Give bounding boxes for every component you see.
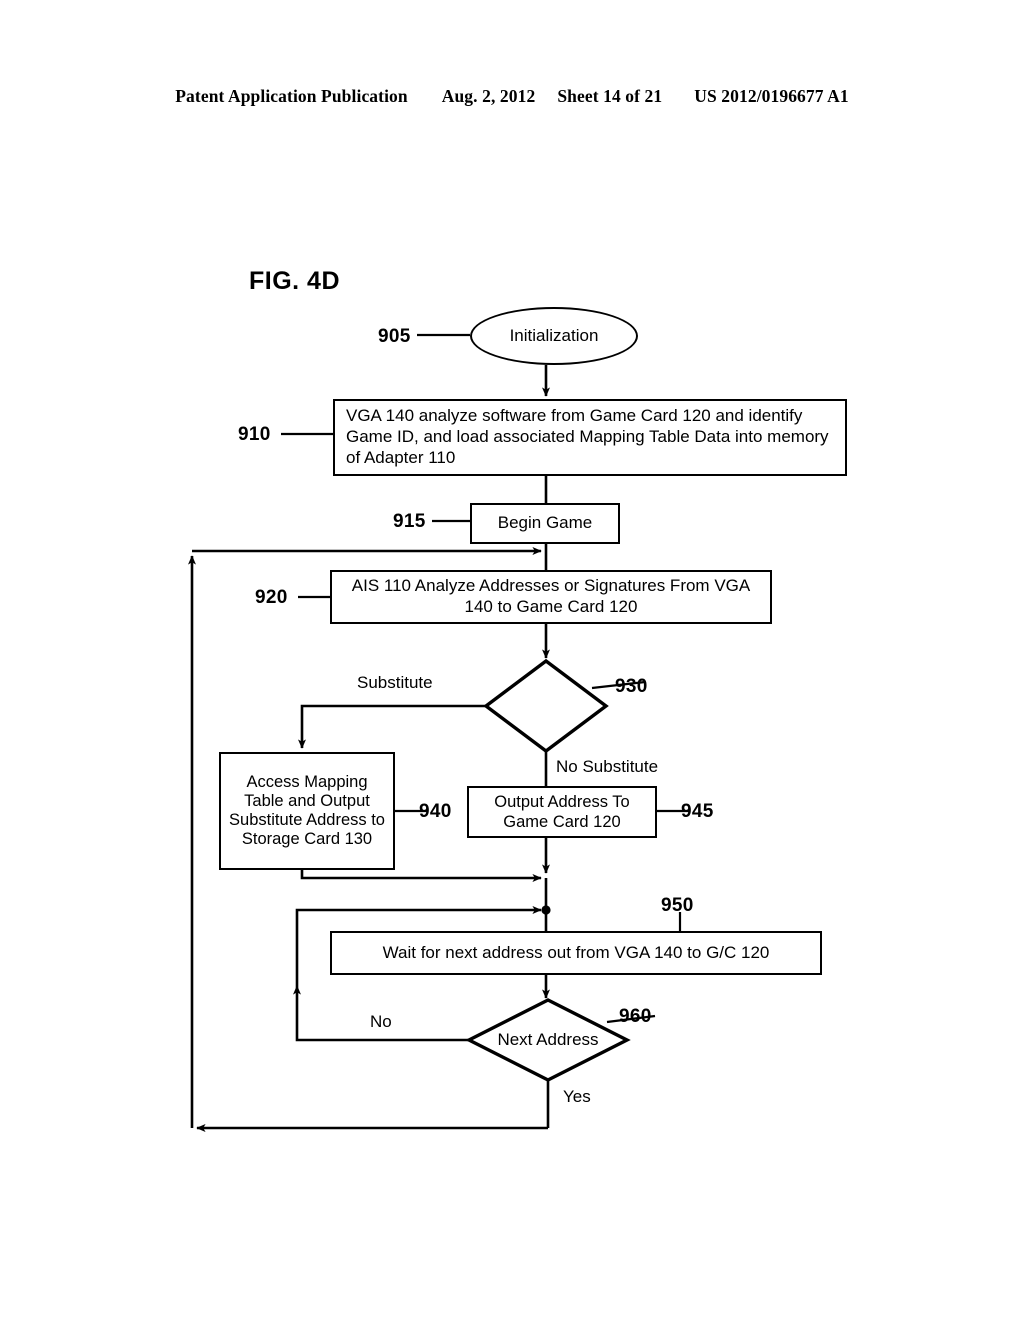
edge-label-no: No (370, 1012, 392, 1031)
node-wait-for-next-address: Wait for next address out from VGA 140 t… (330, 931, 822, 975)
node-ais-analyze-addresses: AIS 110 Analyze Addresses or Signatures … (330, 570, 772, 624)
flowchart-connectors (188, 333, 690, 1132)
patent-figure-page: Patent Application Publication Aug. 2, 20… (0, 0, 1024, 1320)
edge-label-substitute: Substitute (357, 673, 433, 692)
node-next-address-decision: Next Address (469, 1000, 627, 1080)
node-output-address-to-game-card: Output Address To Game Card 120 (467, 786, 657, 838)
node-begin-game: Begin Game (470, 503, 620, 544)
node-begin-game-label: Begin Game (497, 513, 593, 533)
reference-numeral-920: 920 (255, 587, 288, 608)
node-access-mapping-table: Access Mapping Table and Output Substitu… (219, 752, 395, 870)
edge-label-no-substitute: No Substitute (556, 757, 659, 776)
reference-numeral-930: 930 (615, 676, 648, 697)
reference-numeral-915: 915 (393, 511, 426, 532)
node-access-mapping-table-label: Access Mapping Table and Output Substitu… (229, 772, 385, 849)
node-wait-for-next-address-label: Wait for next address out from VGA 140 t… (382, 942, 770, 962)
node-initialization-label: Initialization (509, 325, 599, 345)
reference-numeral-905: 905 (378, 326, 411, 347)
reference-numeral-960: 960 (619, 1006, 652, 1027)
reference-numeral-910: 910 (238, 424, 271, 445)
reference-numeral-945: 945 (681, 801, 714, 822)
node-initialization: Initialization (470, 307, 638, 365)
reference-numeral-950: 950 (661, 895, 694, 916)
edge-label-yes: Yes (563, 1087, 591, 1106)
node-substitute-decision (486, 661, 606, 751)
node-ais-analyze-addresses-label: AIS 110 Analyze Addresses or Signatures … (351, 576, 751, 616)
node-next-address-decision-label: Next Address (497, 1030, 599, 1049)
node-vga-analyze-software: VGA 140 analyze software from Game Card … (333, 399, 847, 476)
node-vga-analyze-software-label: VGA 140 analyze software from Game Card … (346, 406, 829, 467)
node-output-address-to-game-card-label: Output Address To Game Card 120 (494, 792, 630, 831)
reference-numeral-940: 940 (419, 801, 452, 822)
